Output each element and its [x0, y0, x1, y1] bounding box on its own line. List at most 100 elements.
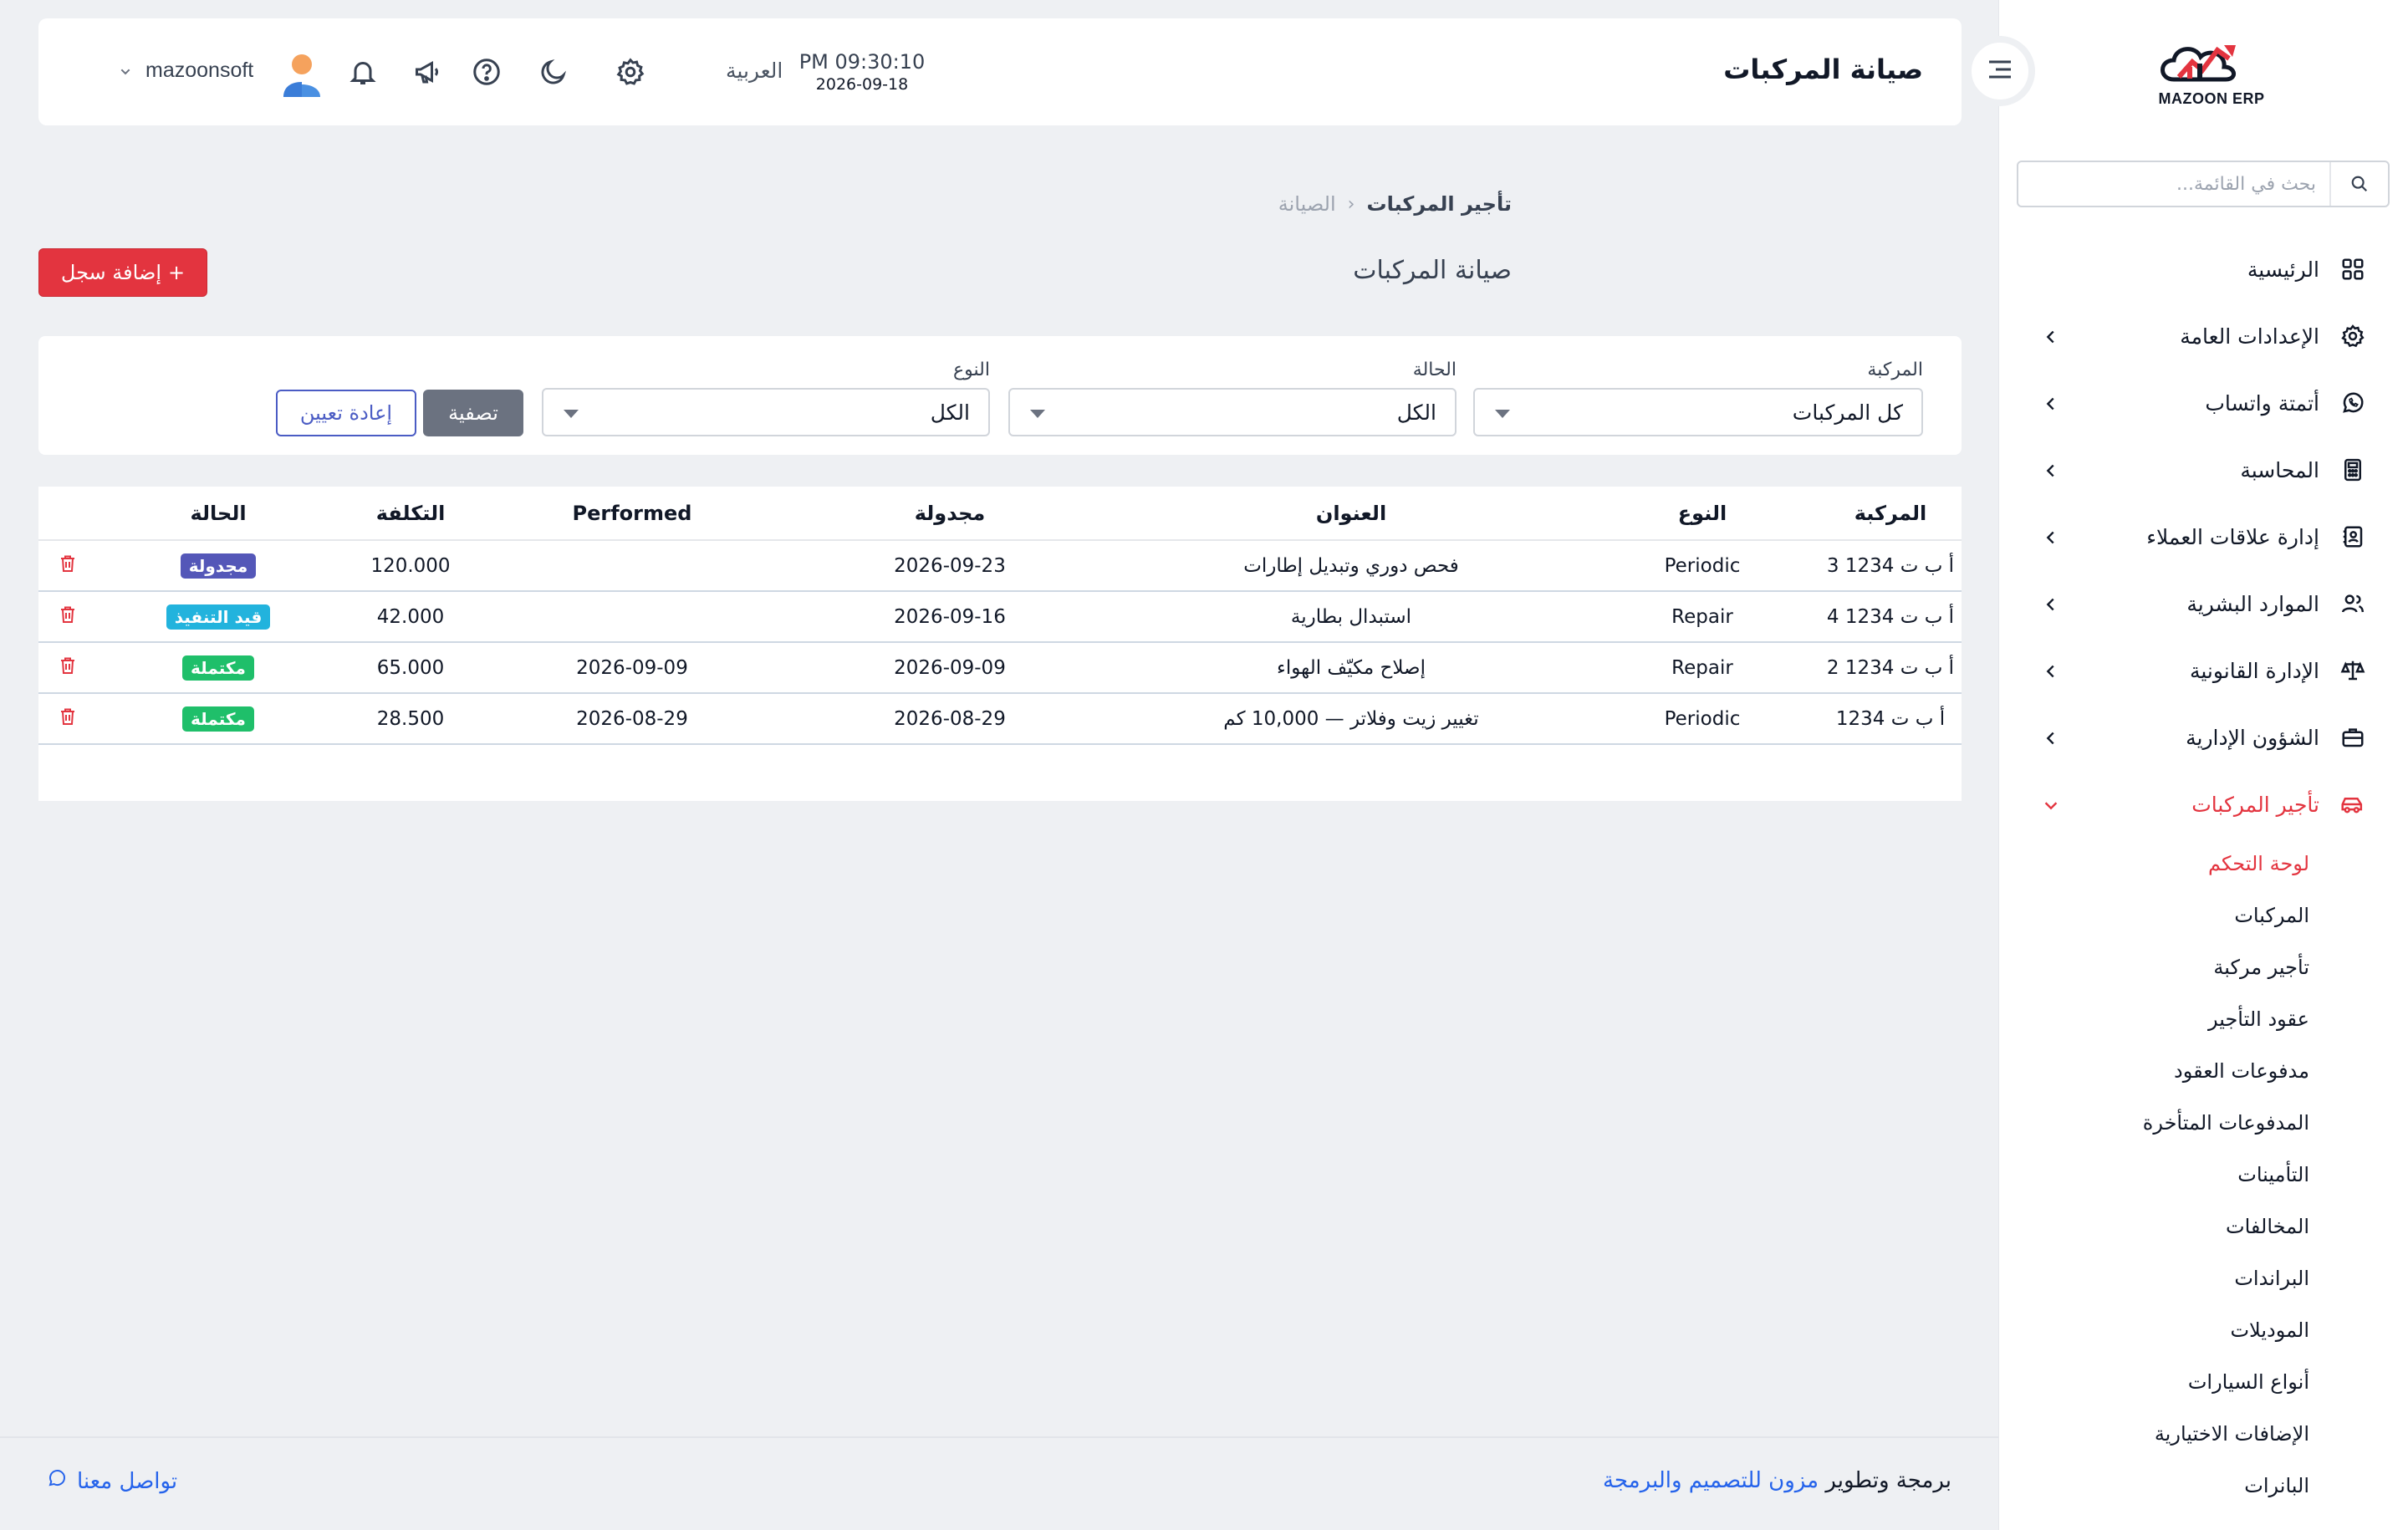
- cell-title: إصلاح مكيّف الهواء: [1117, 642, 1585, 694]
- status-filter-label: الحالة: [1412, 360, 1457, 380]
- add-record-label: إضافة سجل: [60, 261, 161, 284]
- type-filter-select[interactable]: الكل: [542, 388, 990, 436]
- sidebar-item-label: الإعدادات العامة: [2180, 324, 2319, 349]
- breadcrumb-parent[interactable]: الصيانة: [1278, 192, 1336, 216]
- chevron-left-icon: [2042, 594, 2060, 613]
- megaphone-icon[interactable]: [411, 55, 445, 89]
- gear-icon[interactable]: [614, 55, 647, 89]
- trash-icon[interactable]: [58, 553, 78, 574]
- search-icon[interactable]: [2329, 162, 2388, 206]
- sidebar-item-label: الشؤون الإدارية: [2186, 725, 2319, 750]
- type-filter-label: النوع: [953, 360, 990, 380]
- contact-us-link[interactable]: تواصل معنا: [47, 1468, 177, 1494]
- sidebar-subitem-vehicles[interactable]: المركبات: [1999, 890, 2309, 941]
- cell-cost: 65.000: [339, 642, 482, 694]
- cell-scheduled: 2026-08-29: [783, 693, 1117, 745]
- column-header-type[interactable]: النوع: [1585, 487, 1819, 541]
- trash-icon[interactable]: [58, 706, 78, 727]
- reset-button[interactable]: إعادة تعيين: [276, 390, 416, 436]
- sidebar-item-label: أتمتة واتساب: [2205, 390, 2319, 416]
- cell-status: مجدولة: [97, 540, 339, 592]
- maintenance-table-card: المركبة النوع العنوان مجدولة Performed ا…: [38, 487, 1962, 801]
- column-header-scheduled[interactable]: مجدولة: [783, 487, 1117, 541]
- filter-button[interactable]: تصفية: [423, 390, 523, 436]
- username[interactable]: mazoonsoft: [145, 59, 253, 83]
- sidebar-item-home[interactable]: الرئيسية: [1999, 236, 2408, 303]
- cell-vehicle: أ ب ت 1234 4: [1819, 591, 1962, 643]
- caret-down-icon: [1030, 410, 1045, 418]
- add-record-button[interactable]: + إضافة سجل: [38, 248, 207, 297]
- moon-icon[interactable]: [537, 55, 570, 89]
- gear-icon: [2338, 321, 2368, 351]
- column-header-cost[interactable]: التكلفة: [339, 487, 482, 541]
- cell-title: تغيير زيت وفلاتر — 10,000 كم: [1117, 693, 1585, 745]
- sidebar-item-hr[interactable]: الموارد البشرية: [1999, 570, 2408, 637]
- header-title: صيانة المركبات: [1723, 54, 1923, 85]
- trash-icon[interactable]: [58, 604, 78, 625]
- brand-logo[interactable]: MAZOON ERP: [2149, 33, 2274, 117]
- cell-scheduled: 2026-09-23: [783, 540, 1117, 592]
- sidebar-item-accounting[interactable]: المحاسبة: [1999, 436, 2408, 503]
- cell-type: Periodic: [1585, 540, 1819, 592]
- sidebar-item-label: إدارة علاقات العملاء: [2146, 524, 2319, 549]
- sidebar-search-input[interactable]: [2018, 162, 2329, 206]
- avatar[interactable]: [281, 52, 323, 97]
- cell-status: مكتملة: [97, 642, 339, 694]
- cell-cost: 42.000: [339, 591, 482, 643]
- cell-performed: [482, 540, 783, 592]
- chevron-down-icon[interactable]: [119, 65, 132, 79]
- chevron-left-icon: [2042, 327, 2060, 345]
- sidebar-subitem-car-types[interactable]: أنواع السيارات: [1999, 1356, 2309, 1408]
- sidebar-subitem-banners[interactable]: البانرات: [1999, 1460, 2309, 1512]
- top-header: صيانة المركبات PM 09:30:10 2026-09-18 ال…: [38, 18, 1962, 125]
- table-row[interactable]: أ ب ت 1234 2 Repair إصلاح مكيّف الهواء 2…: [38, 642, 1962, 694]
- sidebar-subitem-contract-payments[interactable]: مدفوعات العقود: [1999, 1045, 2309, 1097]
- chevron-left-icon: ‹: [1347, 193, 1355, 215]
- column-header-performed[interactable]: Performed: [482, 487, 783, 541]
- cell-actions: [38, 540, 97, 592]
- sidebar-subitem-brands[interactable]: البراندات: [1999, 1252, 2309, 1304]
- sidebar-item-label: الرئيسية: [2247, 257, 2319, 282]
- sidebar-subitem-violations[interactable]: المخالفات: [1999, 1201, 2309, 1252]
- footer-credit-prefix: برمجة وتطوير: [1825, 1468, 1951, 1493]
- language-switch[interactable]: العربية: [726, 59, 783, 83]
- column-header-vehicle[interactable]: المركبة: [1819, 487, 1962, 541]
- sidebar-item-general-settings[interactable]: الإعدادات العامة: [1999, 303, 2408, 370]
- sidebar-subitem-models[interactable]: الموديلات: [1999, 1304, 2309, 1356]
- table-row[interactable]: أ ب ت 1234 3 Periodic فحص دوري وتبديل إط…: [38, 540, 1962, 592]
- sidebar-subitem-dashboard[interactable]: لوحة التحكم: [1999, 838, 2309, 890]
- help-icon[interactable]: [470, 55, 503, 89]
- footer-credit-link[interactable]: مزون للتصميم والبرمجة: [1603, 1468, 1819, 1493]
- column-header-status[interactable]: الحالة: [97, 487, 339, 541]
- trash-icon[interactable]: [58, 655, 78, 676]
- vehicle-filter-select[interactable]: كل المركبات: [1473, 388, 1923, 436]
- cell-type: Repair: [1585, 642, 1819, 694]
- sidebar-item-whatsapp[interactable]: أتمتة واتساب: [1999, 370, 2408, 436]
- cell-type: Periodic: [1585, 693, 1819, 745]
- sidebar-item-crm[interactable]: إدارة علاقات العملاء: [1999, 503, 2408, 570]
- sidebar-subitem-optional-extras[interactable]: الإضافات الاختيارية: [1999, 1408, 2309, 1460]
- sidebar-item-vehicle-rental[interactable]: تأجير المركبات: [1999, 771, 2408, 838]
- cell-title: فحص دوري وتبديل إطارات: [1117, 540, 1585, 592]
- sidebar-subitem-rent-vehicle[interactable]: تأجير مركبة: [1999, 941, 2309, 993]
- status-filter-select[interactable]: الكل: [1008, 388, 1457, 436]
- sidebar-item-legal[interactable]: الإدارة القانونية: [1999, 637, 2408, 704]
- contact-us-label: تواصل معنا: [77, 1468, 178, 1494]
- sidebar-item-admin-affairs[interactable]: الشؤون الإدارية: [1999, 704, 2408, 771]
- cell-cost: 28.500: [339, 693, 482, 745]
- status-filter-value: الكل: [1396, 400, 1436, 425]
- sidebar-item-label: الموارد البشرية: [2186, 591, 2319, 616]
- status-badge: مكتملة: [182, 655, 254, 681]
- sidebar-subitem-overdue-payments[interactable]: المدفوعات المتأخرة: [1999, 1097, 2309, 1149]
- table-row[interactable]: أ ب ت 1234 Periodic تغيير زيت وفلاتر — 1…: [38, 693, 1962, 745]
- sidebar-menu: الرئيسية الإعدادات العامة أتمتة واتساب ا…: [1999, 236, 2408, 1512]
- bell-icon[interactable]: [346, 55, 380, 89]
- sidebar-toggle-button[interactable]: [1965, 36, 2035, 106]
- sidebar-subitem-insurances[interactable]: التأمينات: [1999, 1149, 2309, 1201]
- table-row[interactable]: أ ب ت 1234 4 Repair استبدال بطارية 2026-…: [38, 591, 1962, 643]
- vehicle-filter-label: المركبة: [1867, 360, 1923, 380]
- sidebar-subitem-rental-contracts[interactable]: عقود التأجير: [1999, 993, 2309, 1045]
- cell-status: مكتملة: [97, 693, 339, 745]
- cell-vehicle: أ ب ت 1234 3: [1819, 540, 1962, 592]
- column-header-title[interactable]: العنوان: [1117, 487, 1585, 541]
